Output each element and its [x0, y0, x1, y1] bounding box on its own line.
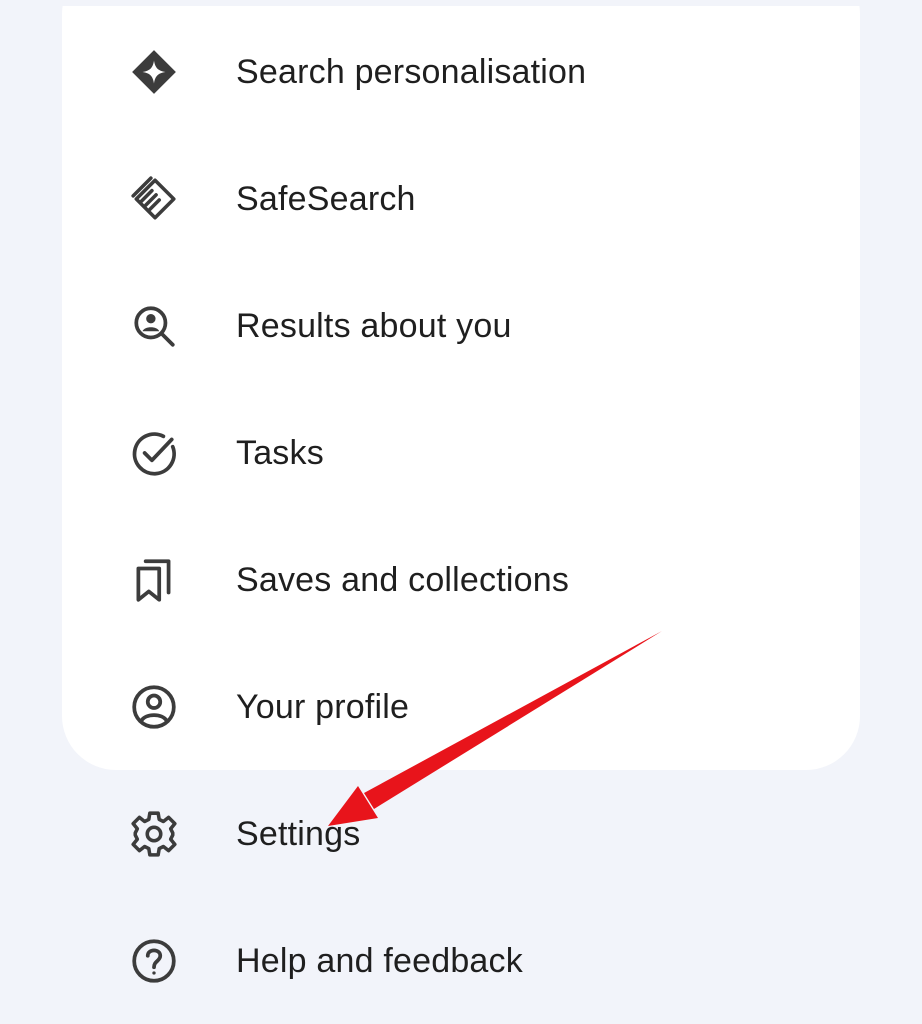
menu-item-tasks[interactable]: Tasks: [62, 393, 860, 513]
menu-item-results-about-you[interactable]: Results about you: [62, 266, 860, 386]
menu-item-settings[interactable]: Settings: [62, 774, 860, 894]
card-top-divider: [62, 0, 860, 6]
safesearch-hand-icon: [129, 174, 179, 224]
menu-item-help-and-feedback[interactable]: Help and feedback: [62, 901, 860, 1021]
menu-item-saves-and-collections[interactable]: Saves and collections: [62, 520, 860, 640]
menu-item-label: Results about you: [236, 306, 512, 345]
menu-item-label: SafeSearch: [236, 179, 416, 218]
bookmarks-icon: [129, 555, 179, 605]
search-person-icon: [129, 301, 179, 351]
menu-item-label: Search personalisation: [236, 52, 587, 91]
sparkle-diamond-icon: [129, 47, 179, 97]
gear-icon: [129, 809, 179, 859]
menu-item-safesearch[interactable]: SafeSearch: [62, 139, 860, 259]
menu-item-label: Saves and collections: [236, 560, 570, 599]
help-circle-icon: [129, 936, 179, 986]
menu-item-label: Your profile: [236, 687, 410, 726]
menu-item-label: Tasks: [236, 433, 324, 472]
check-circle-icon: [129, 428, 179, 478]
menu-item-label: Help and feedback: [236, 941, 523, 980]
account-circle-icon: [129, 682, 179, 732]
menu-item-your-profile[interactable]: Your profile: [62, 647, 860, 767]
menu-item-search-personalisation[interactable]: Search personalisation: [62, 12, 860, 132]
menu-item-label: Settings: [236, 814, 361, 853]
